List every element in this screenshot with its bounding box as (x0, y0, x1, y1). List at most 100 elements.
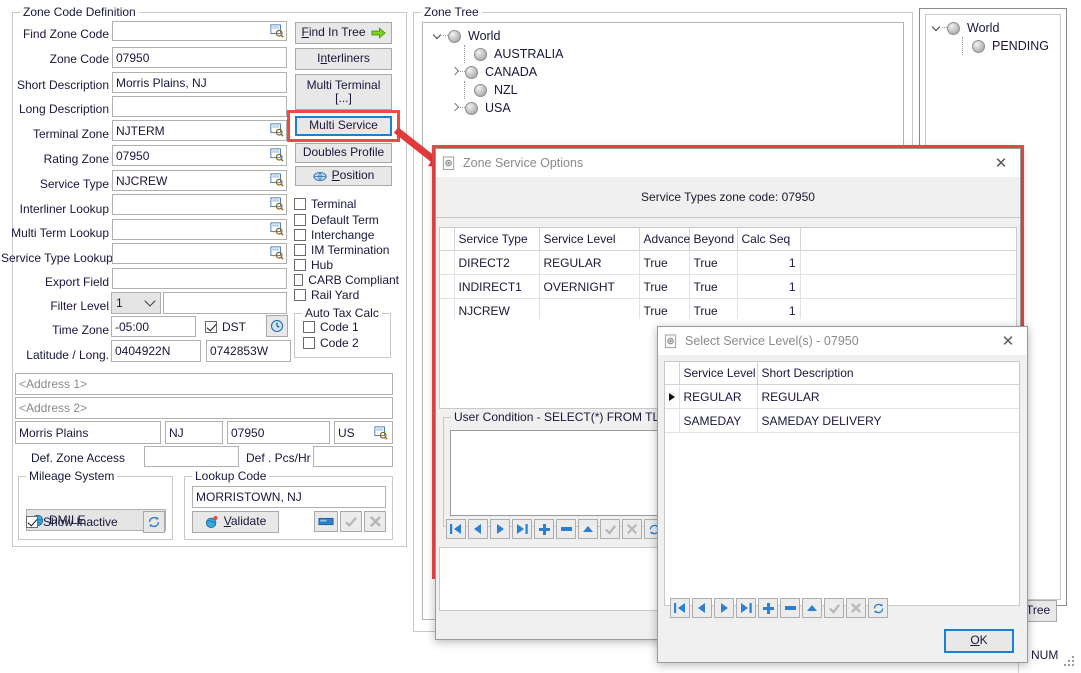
find-zone-code-input[interactable] (112, 21, 287, 41)
chevron-right-icon[interactable] (450, 67, 460, 77)
multi-term-lookup-icon[interactable] (270, 222, 284, 236)
nav-first-button[interactable] (670, 598, 690, 618)
tree-node-australia[interactable]: AUSTRALIA (423, 45, 903, 63)
longitude-input[interactable]: 0742853W (206, 340, 291, 362)
find-zone-code-lookup-icon[interactable] (270, 24, 284, 38)
zone-code-input[interactable]: 07950 (112, 47, 287, 68)
nav-first-button[interactable] (446, 519, 466, 539)
close-icon[interactable]: ✕ (988, 152, 1014, 174)
rail-yard-checkbox[interactable]: Rail Yard (294, 287, 399, 302)
code-1-checkbox[interactable]: Code 1 (303, 319, 390, 334)
zone-service-options-navigator[interactable] (446, 519, 664, 539)
column-header-service-level[interactable]: Service Level (679, 362, 758, 385)
cell-service-level[interactable]: SAMEDAY (679, 408, 758, 433)
nav-next-button[interactable] (490, 519, 510, 539)
cell-advance[interactable]: True (639, 250, 690, 275)
select-service-levels-grid[interactable]: Service Level Short Description REGULAR … (664, 361, 1020, 606)
cell-service-level[interactable]: OVERNIGHT (539, 274, 640, 299)
export-field-input[interactable] (112, 268, 287, 289)
service-type-lookup-icon[interactable] (270, 173, 284, 187)
latitude-input[interactable]: 0404922N (111, 340, 201, 362)
rating-zone-lookup-icon[interactable] (270, 148, 284, 162)
rating-zone-input[interactable]: 07950 (112, 145, 287, 166)
close-icon[interactable]: ✕ (995, 330, 1021, 352)
country-lookup-icon[interactable] (374, 426, 388, 440)
nav-post-button[interactable] (600, 519, 620, 539)
nav-delete-button[interactable] (556, 519, 576, 539)
service-types-table[interactable]: Service Type Service Level Advance Beyon… (440, 228, 1016, 320)
cell-calc-seq[interactable]: 1 (737, 274, 801, 299)
city-input[interactable]: Morris Plains (15, 421, 161, 444)
column-header-service-type[interactable]: Service Type (454, 228, 540, 251)
cell-beyond[interactable]: True (689, 250, 738, 275)
nav-last-button[interactable] (736, 598, 756, 618)
table-row[interactable]: REGULAR REGULAR (665, 384, 1019, 409)
multi-terminal-button[interactable]: Multi Terminal [...] (295, 74, 392, 110)
column-header-short-description[interactable]: Short Description (757, 362, 1019, 385)
service-levels-table[interactable]: Service Level Short Description REGULAR … (665, 362, 1019, 433)
time-zone-input[interactable]: -05:00 (111, 316, 196, 337)
service-type-lookup-icon[interactable] (270, 246, 284, 260)
tree-button[interactable]: Tree (1023, 600, 1057, 622)
tree-node-canada[interactable]: CANADA (423, 63, 903, 81)
code-2-checkbox[interactable]: Code 2 (303, 335, 390, 350)
cell-service-type[interactable]: NJCREW (454, 298, 540, 320)
lookup-edit-button[interactable] (314, 511, 338, 532)
table-row[interactable]: INDIRECT1 OVERNIGHT True True 1 (440, 274, 1016, 299)
nav-last-button[interactable] (512, 519, 532, 539)
mileage-refresh-button[interactable] (143, 511, 165, 533)
nav-edit-button[interactable] (802, 598, 822, 618)
tree-node-usa[interactable]: USA (423, 99, 903, 117)
cell-beyond[interactable]: True (689, 298, 738, 320)
nav-add-button[interactable] (534, 519, 554, 539)
time-zone-clock-button[interactable] (266, 315, 288, 337)
address-line-2-input[interactable]: <Address 2> (15, 397, 393, 419)
position-button[interactable]: Position (295, 166, 392, 186)
chevron-down-icon[interactable] (932, 23, 942, 33)
nav-previous-button[interactable] (692, 598, 712, 618)
service-type-input[interactable]: NJCREW (112, 170, 287, 191)
short-description-input[interactable]: Morris Plains, NJ (112, 72, 287, 93)
table-row[interactable]: SAMEDAY SAMEDAY DELIVERY (665, 408, 1019, 433)
def-zone-access-input[interactable] (144, 446, 239, 467)
terminal-zone-input[interactable]: NJTERM (112, 120, 287, 141)
tree-node-world[interactable]: World (423, 27, 903, 45)
nav-add-button[interactable] (758, 598, 778, 618)
def-pcs-hr-input[interactable] (313, 446, 393, 467)
zone-service-options-grid[interactable]: Service Type Service Level Advance Beyon… (439, 227, 1017, 321)
carb-compliant-checkbox[interactable]: CARB Compliant (294, 272, 399, 287)
pending-tree-node-world[interactable]: World (926, 19, 1060, 37)
show-inactive-checkbox[interactable]: Show Inactive (26, 514, 118, 530)
chevron-right-icon[interactable] (450, 103, 460, 113)
interliner-lookup-input[interactable] (112, 194, 287, 215)
nav-cancel-button[interactable] (622, 519, 642, 539)
terminal-checkbox[interactable]: Terminal (294, 195, 399, 212)
interchange-checkbox[interactable]: Interchange (294, 227, 399, 242)
default-term-checkbox[interactable]: Default Term (294, 212, 399, 227)
interliners-button[interactable]: Interliners (295, 48, 392, 70)
table-row[interactable]: DIRECT2 REGULAR True True 1 (440, 250, 1016, 275)
nav-post-button[interactable] (824, 598, 844, 618)
ok-button[interactable]: OK (944, 629, 1014, 653)
lookup-accept-button[interactable] (340, 511, 362, 532)
cell-calc-seq[interactable]: 1 (737, 250, 801, 275)
cell-advance[interactable]: True (639, 298, 690, 320)
cell-short-description[interactable]: SAMEDAY DELIVERY (757, 408, 1019, 433)
lookup-code-input[interactable]: MORRISTOWN, NJ (192, 486, 386, 508)
tree-node-nzl[interactable]: NZL (423, 81, 903, 99)
dst-checkbox[interactable]: DST (205, 319, 246, 335)
nav-delete-button[interactable] (780, 598, 800, 618)
cell-service-type[interactable]: INDIRECT1 (454, 274, 540, 299)
multi-service-button[interactable]: Multi Service (295, 116, 392, 136)
nav-next-button[interactable] (714, 598, 734, 618)
pending-tree-node-pending[interactable]: PENDING (926, 37, 1060, 55)
filter-level-extra-input[interactable] (163, 292, 287, 314)
column-header-advance[interactable]: Advance (639, 228, 690, 251)
multi-term-lookup-input[interactable] (112, 219, 287, 240)
column-header-calc-seq[interactable]: Calc Seq (737, 228, 801, 251)
column-header-beyond[interactable]: Beyond (689, 228, 738, 251)
nav-edit-button[interactable] (578, 519, 598, 539)
nav-refresh-button[interactable] (868, 598, 888, 618)
nav-cancel-button[interactable] (846, 598, 866, 618)
im-termination-checkbox[interactable]: IM Termination (294, 242, 399, 257)
